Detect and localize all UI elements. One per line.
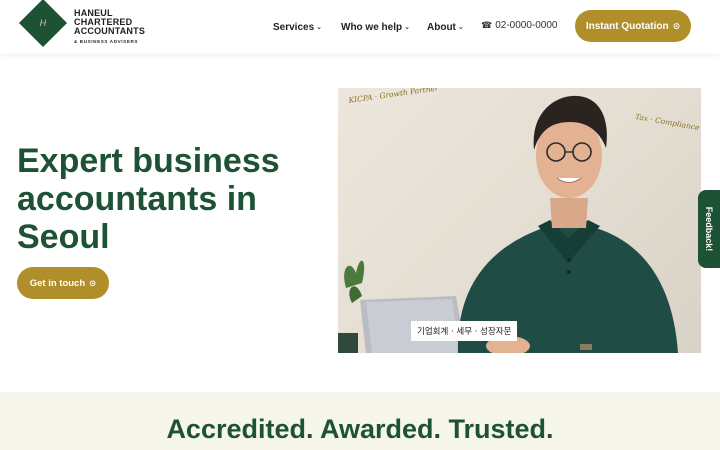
get-in-touch-button[interactable]: Get in touch ⊙ [17,267,109,299]
chevron-down-icon: ⌄ [404,24,410,31]
get-in-touch-label: Get in touch [29,277,86,289]
accreditation-section: Accredited. Awarded. Trusted. [0,392,720,450]
arrow-circle-icon: ⊙ [89,277,97,288]
phone-icon: ☎ [481,20,493,30]
nav-who-we-help-label: Who we help [341,21,403,33]
nav-who-we-help[interactable]: Who we help ⌄ [341,20,410,34]
logo-line-3: ACCOUNTANTS [74,26,146,36]
image-caption: 기업회계 · 세무 · 성장자문 [411,321,518,341]
nav-about[interactable]: About ⌄ [427,20,464,34]
accreditation-title: Accredited. Awarded. Trusted. [166,414,554,444]
instant-quotation-button[interactable]: Instant Quotation ⊙ [575,10,691,42]
chevron-down-icon: ⌄ [457,24,464,31]
brand-logo[interactable]: H HANEUL CHARTERED ACCOUNTANTS & BUSINES… [18,0,162,52]
arrow-circle-icon: ⊙ [672,20,681,31]
logo-monogram: H [39,18,47,28]
hero-photo-illustration [338,95,678,353]
site-header: H HANEUL CHARTERED ACCOUNTANTS & BUSINES… [0,0,720,54]
logo-tagline: & BUSINESS ADVISERS [74,39,139,44]
hero-title: Expert business accountants in Seoul [17,142,280,256]
feedback-label: Feedback! [704,206,714,252]
nav-about-label: About [427,21,456,33]
chevron-down-icon: ⌄ [316,24,323,31]
phone-number: 02-0000-0000 [495,20,558,31]
instant-quotation-label: Instant Quotation [585,20,669,32]
nav-services[interactable]: Services ⌄ [273,20,322,34]
hero-image: KICPA · Growth Partner Tax · Compliance … [338,88,701,353]
feedback-tab[interactable]: Feedback! [698,190,720,268]
nav-services-label: Services [273,21,315,33]
phone-link[interactable]: ☎ 02-0000-0000 [481,20,558,31]
